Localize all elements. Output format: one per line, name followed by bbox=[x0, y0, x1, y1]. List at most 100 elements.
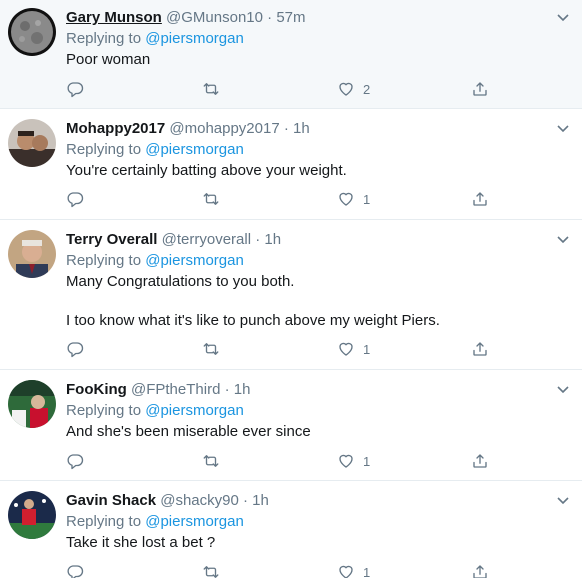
mention-link[interactable]: @piersmorgan bbox=[145, 513, 244, 530]
share-button[interactable] bbox=[471, 79, 489, 99]
chevron-down-icon[interactable] bbox=[556, 384, 570, 394]
tweet-header: Gavin Shack @shacky90 · 1h bbox=[66, 491, 572, 511]
replying-label: Replying to bbox=[66, 141, 142, 158]
avatar-image bbox=[8, 491, 56, 539]
display-name[interactable]: FooKing bbox=[66, 381, 127, 398]
share-icon bbox=[473, 454, 487, 468]
replying-label: Replying to bbox=[66, 402, 142, 419]
share-button[interactable] bbox=[471, 451, 489, 471]
reply-button[interactable] bbox=[66, 189, 84, 209]
share-button[interactable] bbox=[471, 339, 489, 359]
user-handle[interactable]: @mohappy2017 bbox=[169, 120, 279, 137]
avatar[interactable] bbox=[8, 8, 56, 56]
reply-icon bbox=[67, 342, 84, 358]
like-button[interactable]: 1 bbox=[337, 339, 370, 359]
avatar[interactable] bbox=[8, 380, 56, 428]
tweet-text-line: Poor woman bbox=[66, 51, 151, 68]
like-button[interactable]: 2 bbox=[337, 79, 370, 99]
replying-to: Replying to @piersmorgan bbox=[66, 401, 572, 421]
avatar-image bbox=[8, 380, 56, 428]
tweet-header: Gary Munson @GMunson10 · 57m bbox=[66, 8, 572, 28]
user-handle[interactable]: @terryoverall bbox=[162, 231, 251, 248]
like-button[interactable]: 1 bbox=[337, 189, 370, 209]
like-icon bbox=[339, 342, 353, 356]
display-name[interactable]: Gary Munson bbox=[66, 9, 162, 26]
tweet-text: Poor woman bbox=[66, 50, 572, 70]
like-icon bbox=[339, 192, 353, 206]
share-icon bbox=[473, 192, 487, 206]
replying-label: Replying to bbox=[66, 252, 142, 269]
replying-to: Replying to @piersmorgan bbox=[66, 29, 572, 49]
like-icon bbox=[339, 565, 353, 578]
mention-link[interactable]: @piersmorgan bbox=[145, 252, 244, 269]
reply-button[interactable] bbox=[66, 79, 84, 99]
tweet-text-line: Take it she lost a bet ? bbox=[66, 534, 216, 551]
replying-label: Replying to bbox=[66, 513, 142, 530]
tweet-actions: 1 bbox=[66, 451, 506, 471]
chevron-down-icon[interactable] bbox=[556, 234, 570, 244]
like-count: 1 bbox=[363, 564, 371, 578]
tweet-actions: 1 bbox=[66, 339, 506, 359]
retweet-button[interactable] bbox=[202, 451, 220, 471]
chevron-down-icon[interactable] bbox=[556, 12, 570, 22]
chevron-down-icon[interactable] bbox=[556, 123, 570, 133]
retweet-button[interactable] bbox=[202, 79, 220, 99]
replying-to: Replying to @piersmorgan bbox=[66, 512, 572, 532]
retweet-button[interactable] bbox=[202, 189, 220, 209]
mention-link[interactable]: @piersmorgan bbox=[145, 141, 244, 158]
like-button[interactable]: 1 bbox=[337, 451, 370, 471]
tweet-text-line: You're certainly batting above your weig… bbox=[66, 162, 347, 179]
mention-link[interactable]: @piersmorgan bbox=[145, 402, 244, 419]
display-name[interactable]: Gavin Shack bbox=[66, 492, 156, 509]
tweet-actions: 1 bbox=[66, 562, 506, 578]
replying-to: Replying to @piersmorgan bbox=[66, 140, 572, 160]
tweet[interactable]: Terry Overall @terryoverall · 1h Replyin… bbox=[0, 220, 582, 370]
avatar-image bbox=[8, 8, 56, 56]
tweet-text-line: Many Congratulations to you both. bbox=[66, 273, 295, 290]
avatar[interactable] bbox=[8, 119, 56, 167]
replying-to: Replying to @piersmorgan bbox=[66, 251, 572, 271]
timestamp[interactable]: 1h bbox=[293, 120, 310, 137]
avatar[interactable] bbox=[8, 230, 56, 278]
tweet[interactable]: Mohappy2017 @mohappy2017 · 1h Replying t… bbox=[0, 109, 582, 220]
display-name[interactable]: Terry Overall bbox=[66, 231, 157, 248]
like-count: 1 bbox=[363, 341, 371, 357]
tweet[interactable]: FooKing @FPtheThird · 1h Replying to @pi… bbox=[0, 370, 582, 481]
tweet-text: Many Congratulations to you both. I too … bbox=[66, 272, 572, 331]
reply-button[interactable] bbox=[66, 562, 84, 578]
share-button[interactable] bbox=[471, 562, 489, 578]
tweet-text: And she's been miserable ever since bbox=[66, 422, 572, 442]
tweet-text-line: And she's been miserable ever since bbox=[66, 423, 311, 440]
retweet-button[interactable] bbox=[202, 339, 220, 359]
tweet-header: Mohappy2017 @mohappy2017 · 1h bbox=[66, 119, 572, 139]
reply-button[interactable] bbox=[66, 451, 84, 471]
replying-label: Replying to bbox=[66, 30, 142, 47]
reply-button[interactable] bbox=[66, 339, 84, 359]
share-icon bbox=[473, 565, 487, 578]
timestamp[interactable]: 1h bbox=[234, 381, 251, 398]
display-name[interactable]: Mohappy2017 bbox=[66, 120, 165, 137]
reply-icon bbox=[67, 192, 84, 208]
separator-dot: · bbox=[283, 120, 289, 137]
chevron-down-icon[interactable] bbox=[556, 495, 570, 505]
like-button[interactable]: 1 bbox=[337, 562, 370, 578]
avatar[interactable] bbox=[8, 491, 56, 539]
tweet[interactable]: Gary Munson @GMunson10 · 57m Replying to… bbox=[0, 0, 582, 109]
user-handle[interactable]: @shacky90 bbox=[160, 492, 239, 509]
user-handle[interactable]: @FPtheThird bbox=[131, 381, 220, 398]
timestamp[interactable]: 57m bbox=[276, 9, 305, 26]
retweet-icon bbox=[203, 455, 219, 467]
share-button[interactable] bbox=[471, 189, 489, 209]
tweet-text-line: I too know what it's like to punch above… bbox=[66, 312, 440, 329]
like-count: 1 bbox=[363, 453, 371, 469]
user-handle[interactable]: @GMunson10 bbox=[166, 9, 263, 26]
reply-icon bbox=[67, 565, 84, 578]
timestamp[interactable]: 1h bbox=[264, 231, 281, 248]
tweet-header: Terry Overall @terryoverall · 1h bbox=[66, 230, 572, 250]
retweet-button[interactable] bbox=[202, 562, 220, 578]
tweet[interactable]: Gavin Shack @shacky90 · 1h Replying to @… bbox=[0, 481, 582, 578]
mention-link[interactable]: @piersmorgan bbox=[145, 30, 244, 47]
separator-dot: · bbox=[255, 231, 261, 248]
like-count: 2 bbox=[363, 81, 371, 97]
timestamp[interactable]: 1h bbox=[252, 492, 269, 509]
